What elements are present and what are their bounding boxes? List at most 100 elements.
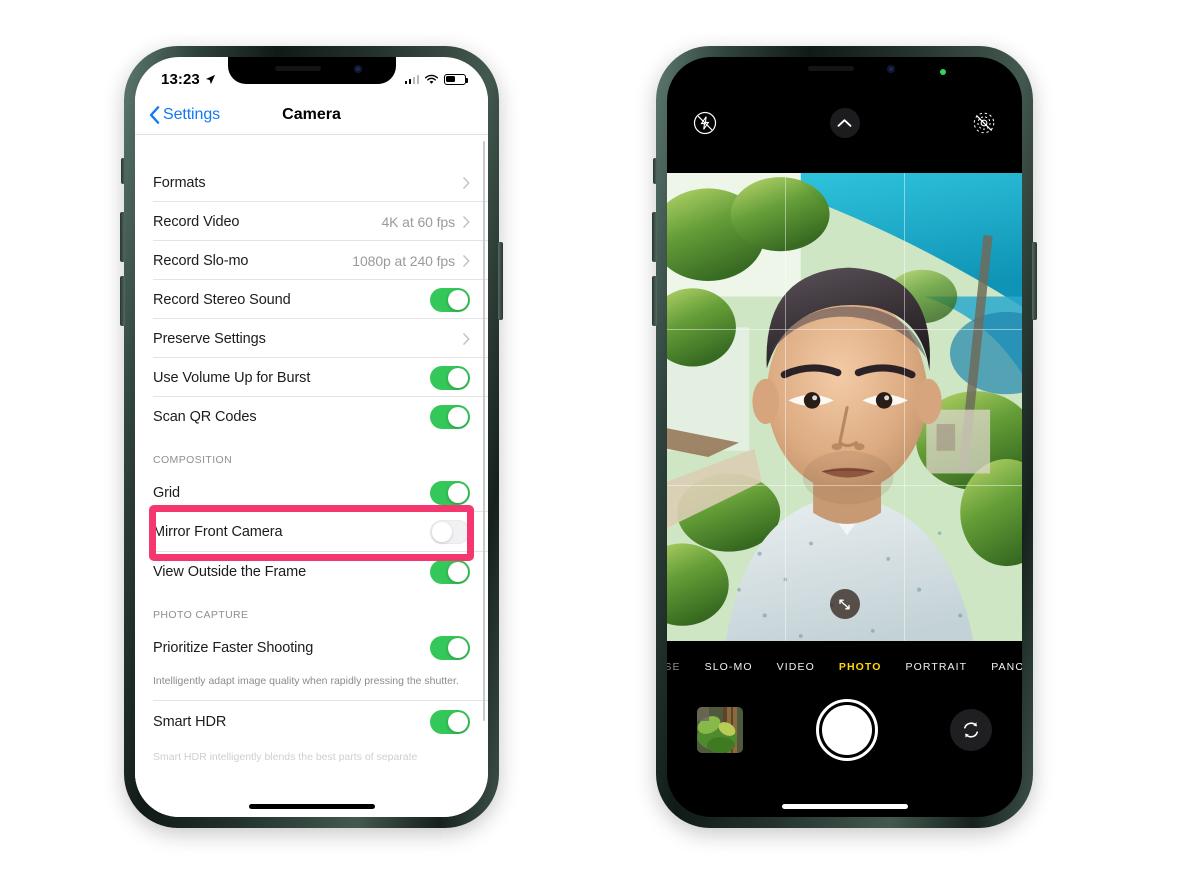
row-label: View Outside the Frame xyxy=(153,563,307,580)
general-settings-group: Formats Record Video 4K at 60 fps Record… xyxy=(135,163,488,436)
camera-mode-portrait[interactable]: PORTRAIT xyxy=(906,661,968,673)
row-accessory: 4K at 60 fps xyxy=(381,214,470,230)
photo-library-thumbnail[interactable] xyxy=(697,707,743,753)
footnote-smart-hdr: Smart HDR intelligently blends the best … xyxy=(135,742,488,769)
row-smart-hdr[interactable]: Smart HDR xyxy=(135,700,488,743)
row-label: Record Video xyxy=(153,213,240,230)
cellular-signal-icon xyxy=(404,74,419,84)
chevron-right-icon xyxy=(463,215,470,228)
wifi-icon xyxy=(424,74,439,84)
earpiece-speaker xyxy=(274,66,321,71)
settings-scrollbar[interactable] xyxy=(482,141,485,721)
chevron-left-icon xyxy=(149,105,160,124)
silent-switch[interactable] xyxy=(121,158,125,184)
status-bar-time-group: 13:23 xyxy=(161,71,216,88)
row-accessory: 1080p at 240 fps xyxy=(352,253,470,269)
camera-viewfinder[interactable] xyxy=(667,173,1022,641)
camera-mode-time-lapse[interactable]: SE xyxy=(667,661,681,673)
camera-mode-selector[interactable]: SE SLO-MO VIDEO PHOTO PORTRAIT PANO xyxy=(667,653,1022,681)
location-arrow-icon xyxy=(205,74,215,84)
toggle-grid[interactable] xyxy=(430,480,470,505)
back-to-settings-button[interactable]: Settings xyxy=(149,106,220,124)
row-label: Use Volume Up for Burst xyxy=(153,369,311,386)
row-scan-qr-codes[interactable]: Scan QR Codes xyxy=(135,397,488,436)
chevron-up-icon xyxy=(837,119,852,127)
row-prioritize-faster-shooting[interactable]: Prioritize Faster Shooting xyxy=(135,628,488,667)
camera-bottom-controls xyxy=(667,687,1022,773)
toggle-smart-hdr[interactable] xyxy=(430,709,470,734)
row-label: Scan QR Codes xyxy=(153,408,257,425)
iphone-camera-device: SE SLO-MO VIDEO PHOTO PORTRAIT PANO xyxy=(652,46,1037,828)
volume-down-button[interactable] xyxy=(120,276,125,326)
front-camera-lens xyxy=(353,65,362,73)
row-record-slo-mo[interactable]: Record Slo-mo 1080p at 240 fps xyxy=(135,241,488,280)
row-preserve-settings[interactable]: Preserve Settings xyxy=(135,319,488,358)
device-notch xyxy=(760,57,929,84)
section-header-photo-capture: PHOTO CAPTURE xyxy=(135,591,488,628)
settings-list[interactable]: Formats Record Video 4K at 60 fps Record… xyxy=(135,135,488,817)
toggle-use-volume-up-for-burst[interactable] xyxy=(430,365,470,390)
silent-switch[interactable] xyxy=(653,158,657,184)
home-indicator[interactable] xyxy=(248,804,375,809)
power-button[interactable] xyxy=(498,242,503,320)
volume-up-button[interactable] xyxy=(120,212,125,262)
row-record-stereo-sound[interactable]: Record Stereo Sound xyxy=(135,280,488,319)
flash-off-icon[interactable] xyxy=(693,111,717,135)
camera-screen: SE SLO-MO VIDEO PHOTO PORTRAIT PANO xyxy=(667,57,1022,817)
row-label: Record Slo-mo xyxy=(153,252,249,269)
more-controls-button[interactable] xyxy=(829,108,860,138)
camera-mode-photo[interactable]: PHOTO xyxy=(839,661,882,673)
status-bar-time: 13:23 xyxy=(161,70,200,88)
camera-flip-button[interactable] xyxy=(950,709,992,751)
camera-mode-slo-mo[interactable]: SLO-MO xyxy=(705,661,753,673)
volume-up-button[interactable] xyxy=(652,212,657,262)
section-header-composition: COMPOSITION xyxy=(135,436,488,473)
shutter-button[interactable] xyxy=(815,699,878,761)
iphone-settings-device: 13:23 Settings Camera Formats Record Vid… xyxy=(120,46,503,828)
live-photo-off-icon[interactable] xyxy=(972,111,996,135)
power-button[interactable] xyxy=(1032,242,1037,320)
chevron-right-icon xyxy=(463,254,470,267)
row-view-outside-the-frame[interactable]: View Outside the Frame xyxy=(135,552,488,591)
chevron-right-icon xyxy=(463,332,470,345)
status-bar-indicators xyxy=(404,73,469,85)
row-label: Prioritize Faster Shooting xyxy=(153,639,314,656)
device-notch xyxy=(227,57,396,84)
home-indicator[interactable] xyxy=(781,804,908,809)
camera-mode-video[interactable]: VIDEO xyxy=(777,661,815,673)
camera-privacy-indicator xyxy=(940,69,946,75)
camera-top-controls xyxy=(667,101,1022,145)
earpiece-speaker xyxy=(807,66,854,71)
camera-mode-pano[interactable]: PANO xyxy=(991,661,1022,673)
settings-screen: 13:23 Settings Camera Formats Record Vid… xyxy=(135,57,488,817)
row-record-video[interactable]: Record Video 4K at 60 fps xyxy=(135,202,488,241)
screenshot-stage: 13:23 Settings Camera Formats Record Vid… xyxy=(0,0,1203,874)
camera-flip-icon xyxy=(963,722,979,738)
row-use-volume-up-for-burst[interactable]: Use Volume Up for Burst xyxy=(135,358,488,397)
back-button-label: Settings xyxy=(163,105,221,123)
toggle-prioritize-faster-shooting[interactable] xyxy=(430,635,470,660)
toggle-scan-qr-codes[interactable] xyxy=(430,404,470,429)
toggle-view-outside-the-frame[interactable] xyxy=(430,559,470,584)
expand-frame-button[interactable] xyxy=(829,589,860,619)
front-camera-preview xyxy=(667,173,1022,641)
row-label: Record Stereo Sound xyxy=(153,291,291,308)
volume-down-button[interactable] xyxy=(652,276,657,326)
battery-icon xyxy=(444,73,469,85)
thumbnail-preview xyxy=(697,707,743,753)
row-value: 1080p at 240 fps xyxy=(352,252,455,269)
row-formats[interactable]: Formats xyxy=(135,163,488,202)
row-accessory xyxy=(455,176,470,189)
front-camera-lens xyxy=(886,65,895,73)
row-value: 4K at 60 fps xyxy=(381,213,455,230)
row-label: Grid xyxy=(153,484,180,501)
row-label: Formats xyxy=(153,174,206,191)
toggle-record-stereo-sound[interactable] xyxy=(430,287,470,312)
composition-group: Grid Mirror Front Camera View Outside th… xyxy=(135,473,488,591)
row-label: Preserve Settings xyxy=(153,330,266,347)
row-accessory xyxy=(455,332,470,345)
toggle-mirror-front-camera[interactable] xyxy=(430,520,470,544)
row-grid[interactable]: Grid xyxy=(135,473,488,512)
row-mirror-front-camera[interactable]: Mirror Front Camera xyxy=(135,512,488,552)
photo-capture-group: Prioritize Faster Shooting Intelligently… xyxy=(135,628,488,769)
